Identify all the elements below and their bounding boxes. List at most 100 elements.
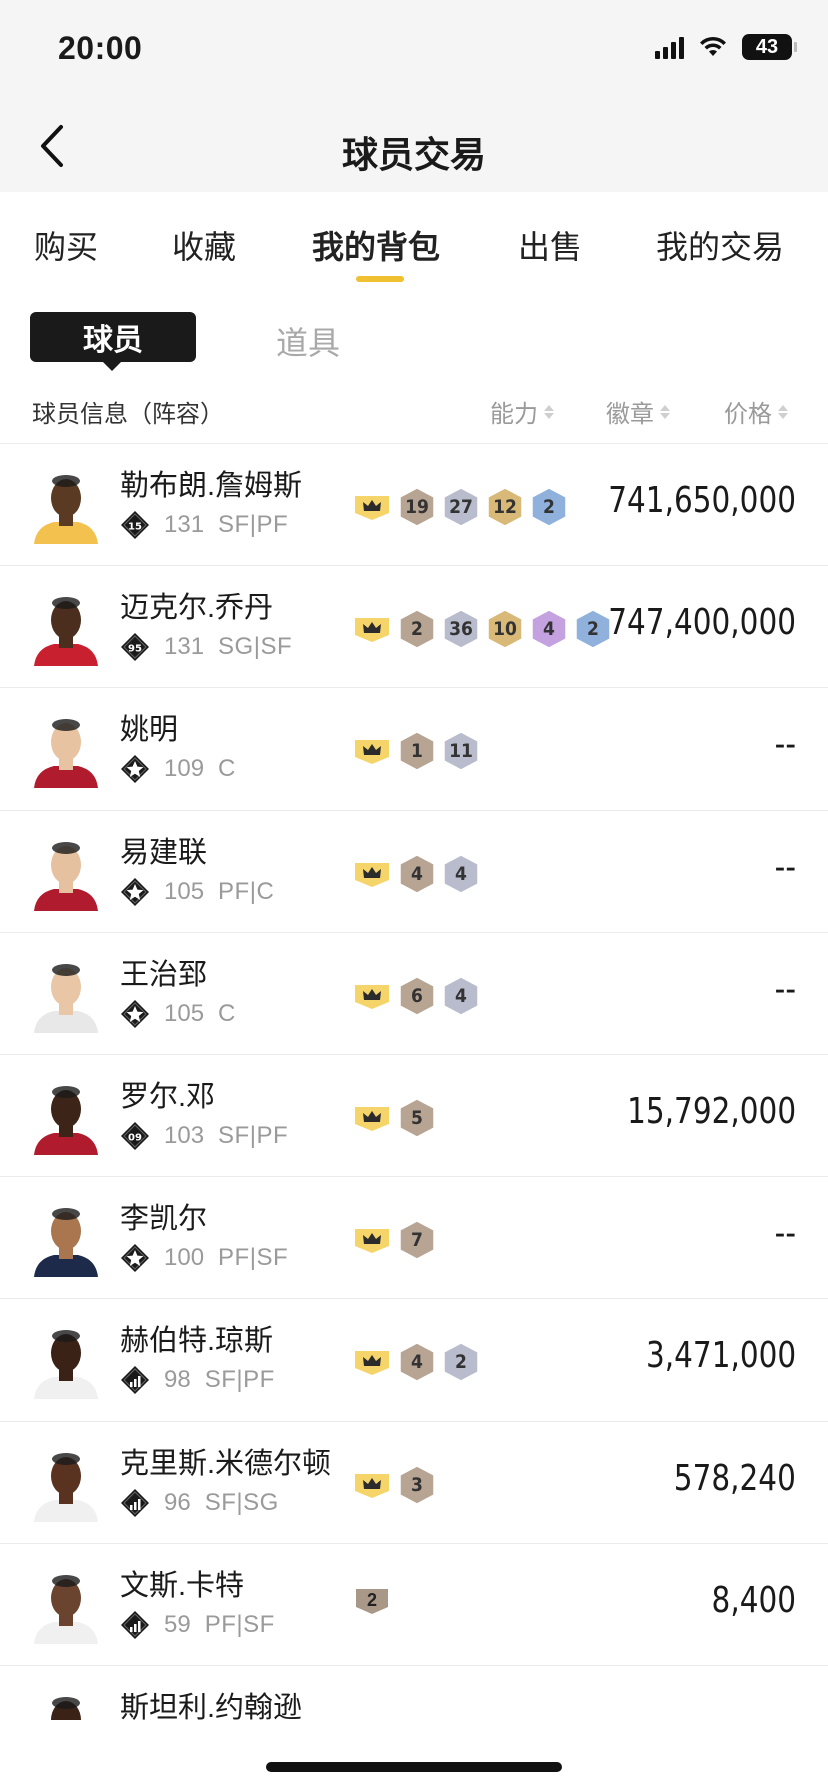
ability-badges: 64 bbox=[352, 975, 480, 1017]
player-price: -- bbox=[774, 724, 796, 766]
player-row[interactable]: 文斯.卡特 59 PF|SF 2 8,400 bbox=[0, 1544, 828, 1666]
badge-count: 4 bbox=[543, 618, 555, 641]
player-position: SF|SG bbox=[204, 1488, 279, 1516]
crown-icon bbox=[352, 1347, 392, 1377]
header-badge-label: 徽章 bbox=[606, 401, 654, 428]
player-position: SF|PF bbox=[204, 1366, 275, 1394]
player-position: PF|SF bbox=[204, 1610, 275, 1638]
player-row[interactable]: 罗尔.邓 09 103 SF|PF 5 15,792,000 bbox=[0, 1055, 828, 1178]
crown-icon bbox=[352, 1225, 392, 1255]
tab-my-backpack[interactable]: 我的背包 bbox=[312, 222, 440, 268]
header-price-label: 价格 bbox=[724, 401, 772, 428]
player-position: C bbox=[218, 999, 236, 1027]
player-meta: 98 SF|PF bbox=[120, 1365, 275, 1395]
ability-badges: 2 bbox=[352, 1586, 392, 1616]
ability-badges: 7 bbox=[352, 1219, 436, 1261]
tier-icon: 09 bbox=[120, 1121, 150, 1151]
player-avatar bbox=[30, 833, 102, 911]
sort-icon bbox=[778, 404, 788, 419]
player-row[interactable]: 斯坦利.约翰逊 bbox=[0, 1666, 828, 1720]
player-row[interactable]: 勒布朗.詹姆斯 15 131 SF|PF 19 27 12 2 741,650,000 bbox=[0, 444, 828, 567]
player-row[interactable]: 李凯尔 100 PF|SF 7 -- bbox=[0, 1177, 828, 1300]
player-row[interactable]: 王治郅 105 C 6 4 -- bbox=[0, 933, 828, 1055]
player-row[interactable]: 姚明 109 C 1 11 -- bbox=[0, 688, 828, 811]
sort-price[interactable]: 价格 bbox=[724, 394, 788, 429]
sort-badge[interactable]: 徽章 bbox=[606, 394, 670, 429]
tab-sell[interactable]: 出售 bbox=[518, 222, 582, 268]
tier-icon: 95 bbox=[120, 632, 150, 662]
player-rating: 100 bbox=[164, 1244, 205, 1272]
player-name: 罗尔.邓 bbox=[120, 1080, 216, 1113]
player-meta: 09 103 SF|PF bbox=[120, 1121, 288, 1151]
badge-count: 10 bbox=[493, 618, 517, 641]
cellular-signal-icon bbox=[655, 35, 684, 59]
ability-badges: 19 27 12 2 bbox=[352, 486, 568, 528]
player-meta: 105 C bbox=[120, 999, 236, 1029]
badge-hex: 27 bbox=[442, 486, 480, 528]
player-rating: 105 bbox=[164, 877, 205, 905]
badge-hex: 4 bbox=[398, 1341, 436, 1383]
segment-items[interactable]: 道具 bbox=[276, 318, 340, 364]
segment-players[interactable]: 球员 bbox=[30, 312, 196, 371]
tier-icon bbox=[120, 754, 150, 784]
player-avatar bbox=[30, 1688, 102, 1720]
badge-hex: 2 bbox=[398, 608, 436, 650]
badge-hex: 11 bbox=[442, 730, 480, 772]
badge-hex: 4 bbox=[530, 608, 568, 650]
player-price: 3,471,000 bbox=[645, 1335, 796, 1377]
bottom-safe-area bbox=[0, 1720, 828, 1792]
player-avatar bbox=[30, 1199, 102, 1278]
badge-count: 4 bbox=[455, 984, 467, 1007]
home-indicator bbox=[266, 1762, 562, 1772]
badge-count: 2 bbox=[455, 1351, 467, 1374]
player-avatar bbox=[30, 710, 102, 789]
player-avatar bbox=[30, 588, 102, 667]
player-name: 姚明 bbox=[120, 714, 179, 747]
player-avatar bbox=[30, 1321, 102, 1400]
crown-icon bbox=[352, 1470, 392, 1500]
badge-hex: 1 bbox=[398, 730, 436, 772]
battery-icon: 43 bbox=[742, 34, 797, 60]
player-rating: 103 bbox=[164, 1121, 205, 1149]
badge-hex: 10 bbox=[486, 608, 524, 650]
crown-icon bbox=[352, 981, 392, 1011]
player-name: 赫伯特.琼斯 bbox=[120, 1325, 274, 1358]
badge-count: 5 bbox=[411, 1106, 423, 1129]
header-ability-label: 能力 bbox=[490, 401, 538, 428]
player-name: 克里斯.米德尔顿 bbox=[120, 1447, 332, 1480]
tab-favorites[interactable]: 收藏 bbox=[172, 222, 236, 268]
rank-badge-value: 2 bbox=[366, 1590, 377, 1611]
badge-count: 2 bbox=[543, 496, 555, 518]
badge-count: 4 bbox=[411, 1351, 423, 1374]
player-price: -- bbox=[774, 846, 796, 888]
badge-hex: 5 bbox=[398, 1097, 436, 1139]
badge-hex: 4 bbox=[398, 853, 436, 895]
badge-count: 19 bbox=[405, 496, 429, 518]
player-row[interactable]: 赫伯特.琼斯 98 SF|PF 4 2 3,471,000 bbox=[0, 1299, 828, 1422]
player-row[interactable]: 易建联 105 PF|C 4 4 -- bbox=[0, 811, 828, 933]
tab-my-trades[interactable]: 我的交易 bbox=[656, 222, 784, 268]
status-time: 20:00 bbox=[58, 30, 143, 66]
sort-ability[interactable]: 能力 bbox=[490, 394, 554, 429]
badge-hex: 6 bbox=[398, 975, 436, 1017]
active-tab-indicator bbox=[356, 276, 404, 282]
player-meta: 105 PF|C bbox=[120, 877, 274, 907]
player-row[interactable]: 迈克尔.乔丹 95 131 SG|SF 2 36 10 4 2 747,400,000 bbox=[0, 566, 828, 689]
tier-icon bbox=[120, 1610, 150, 1640]
header-player-info: 球员信息（阵容） bbox=[32, 401, 224, 428]
player-name: 李凯尔 bbox=[120, 1203, 208, 1236]
ability-badges: 3 bbox=[352, 1464, 436, 1506]
player-price: -- bbox=[774, 968, 796, 1010]
crown-icon bbox=[352, 492, 392, 522]
tier-icon bbox=[120, 999, 150, 1029]
player-name: 勒布朗.詹姆斯 bbox=[120, 470, 303, 502]
player-name: 迈克尔.乔丹 bbox=[120, 592, 274, 625]
badge-hex: 3 bbox=[398, 1464, 436, 1506]
tab-buy[interactable]: 购买 bbox=[34, 222, 98, 268]
player-row[interactable]: 克里斯.米德尔顿 96 SF|SG 3 578,240 bbox=[0, 1422, 828, 1544]
badge-count: 11 bbox=[449, 740, 473, 763]
badge-hex: 2 bbox=[530, 486, 568, 528]
badge-hex: 2 bbox=[574, 608, 612, 650]
status-bar: 20:00 43 bbox=[0, 0, 828, 100]
player-rating: 131 bbox=[164, 633, 205, 661]
